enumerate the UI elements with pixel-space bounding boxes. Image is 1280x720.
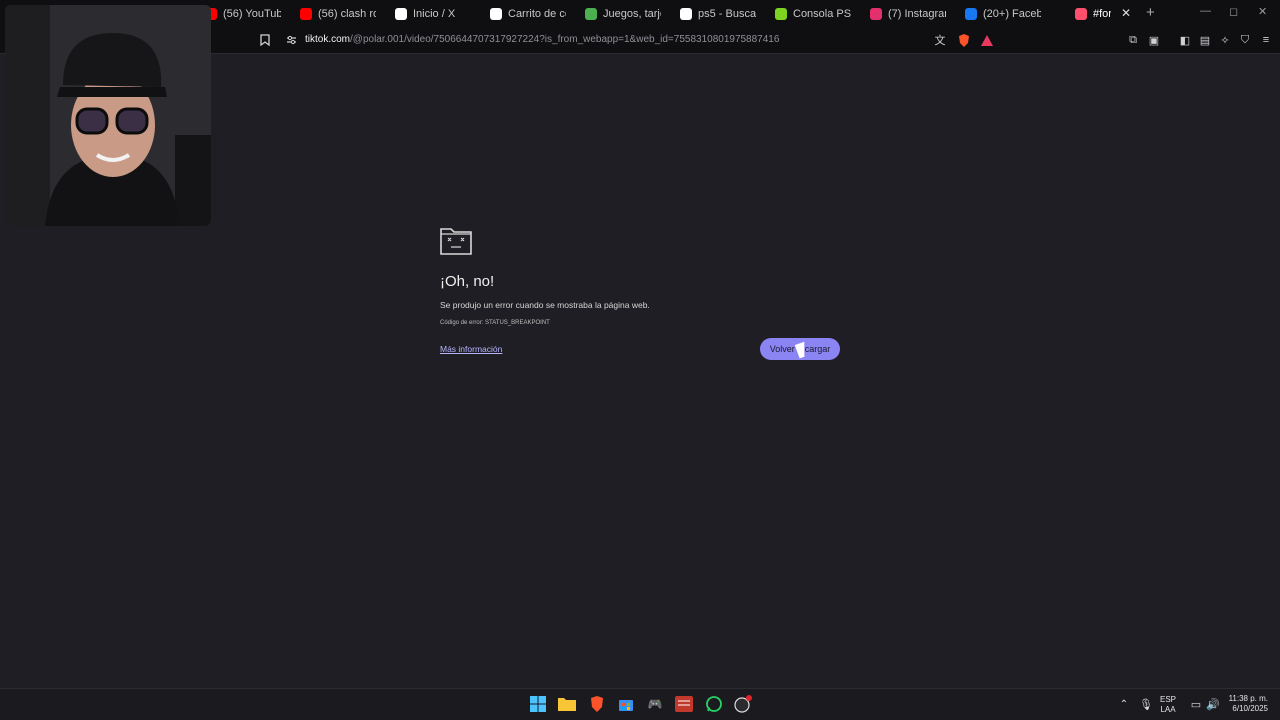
layout-code: LAA: [1160, 705, 1176, 714]
webcam-overlay: [5, 5, 211, 226]
windows-start-icon[interactable]: [528, 694, 548, 714]
minimize-icon[interactable]: —: [1200, 5, 1211, 17]
browser-tab[interactable]: Juegos, tarjetas: [581, 3, 661, 24]
error-code: Código de error: STATUS_BREAKPOINT: [440, 320, 550, 326]
clock[interactable]: 11:38 p. m. 6/10/2025: [1222, 694, 1268, 714]
new-tab-button[interactable]: +: [1146, 4, 1155, 21]
browser-tab[interactable]: (20+) Facebook: [961, 3, 1041, 24]
error-description: Se produjo un error cuando se mostraba l…: [440, 300, 650, 310]
browser-tab[interactable]: Inicio / X: [391, 3, 471, 24]
browser-tab[interactable]: (56) YouTube: [201, 3, 281, 24]
obs-recording-icon[interactable]: [733, 694, 753, 714]
bag-icon: [490, 7, 502, 20]
site-settings-icon[interactable]: [284, 33, 298, 47]
browser-tab[interactable]: Carrito de comp: [486, 3, 566, 24]
facebook-icon: [965, 7, 977, 20]
tab-title: (7) Instagram: [888, 7, 946, 20]
tab-title: (56) YouTube: [223, 7, 281, 20]
url-host: tiktok.com: [305, 34, 351, 45]
translate-icon[interactable]: 文: [933, 33, 947, 47]
tab-title: Inicio / X: [413, 7, 456, 20]
clock-date: 6/10/2025: [1232, 704, 1268, 713]
brave-shields-icon[interactable]: [957, 33, 971, 47]
language-code: ESP: [1160, 695, 1177, 704]
tab-title: Carrito de comp: [508, 7, 566, 20]
tab-title: (20+) Facebook: [983, 7, 1041, 20]
error-panel: ¡Oh, no! Se produjo un error cuando se m…: [440, 225, 840, 360]
tab-title: ps5 - Buscar con: [698, 7, 756, 20]
tab-title: Juegos, tarjetas: [603, 7, 661, 20]
browser-tab[interactable]: Consola PS5 Slim: [771, 3, 851, 24]
sidebar-icon[interactable]: ◧: [1178, 33, 1192, 47]
google-icon: [680, 7, 692, 20]
brave-browser-icon[interactable]: [587, 694, 607, 714]
youtube-icon: [300, 7, 312, 20]
microphone-icon[interactable]: 🎙: [1136, 694, 1156, 714]
game-controller-icon[interactable]: 🎮: [645, 694, 665, 714]
browser-tab[interactable]: (56) clash royale: [296, 3, 376, 24]
leo-ai-icon[interactable]: ✧: [1218, 33, 1232, 47]
more-info-link[interactable]: Más información: [440, 344, 502, 354]
menu-icon[interactable]: ≡: [1259, 33, 1273, 47]
brave-rewards-icon[interactable]: [980, 33, 994, 47]
video-editor-icon[interactable]: [674, 694, 694, 714]
volume-icon[interactable]: 🔊: [1203, 694, 1223, 714]
error-title: ¡Oh, no!: [440, 273, 495, 290]
x-icon: [395, 7, 407, 20]
bookmark-icon[interactable]: [258, 33, 272, 47]
chrome-icon: [585, 7, 597, 20]
clock-time: 11:38 p. m.: [1228, 694, 1268, 703]
close-window-icon[interactable]: ✕: [1258, 5, 1267, 18]
instagram-icon: [870, 7, 882, 20]
browser-tab[interactable]: (7) Instagram: [866, 3, 946, 24]
address-bar[interactable]: tiktok.com/@polar.001/video/750664470731…: [305, 34, 779, 45]
show-hidden-icons-icon[interactable]: ⌃: [1114, 694, 1134, 714]
tab-title: (56) clash royale: [318, 7, 376, 20]
shop-icon: [775, 7, 787, 20]
tiktok-icon: [1075, 7, 1087, 20]
close-tab-icon[interactable]: ✕: [1121, 6, 1131, 20]
sad-tab-icon: [440, 228, 472, 255]
browser-tab[interactable]: #fortn: [1071, 3, 1111, 24]
screenshot-icon[interactable]: ▣: [1147, 33, 1161, 47]
browser-tab[interactable]: ps5 - Buscar con: [676, 3, 756, 24]
maximize-icon[interactable]: ◻: [1229, 5, 1238, 18]
tab-title: Consola PS5 Slim: [793, 7, 851, 20]
url-path: /@polar.001/video/7506644707317927224?is…: [350, 34, 780, 45]
whatsapp-icon[interactable]: [704, 694, 724, 714]
tab-title: #fortn: [1093, 7, 1111, 20]
file-explorer-icon[interactable]: [557, 694, 577, 714]
taskbar: [0, 688, 1280, 720]
extensions-icon[interactable]: ⧉: [1126, 33, 1140, 47]
vpn-icon[interactable]: ⛉: [1238, 33, 1252, 47]
wallet-icon[interactable]: ▤: [1198, 33, 1212, 47]
microsoft-store-icon[interactable]: [616, 694, 636, 714]
input-language[interactable]: ESP LAA: [1160, 695, 1176, 715]
